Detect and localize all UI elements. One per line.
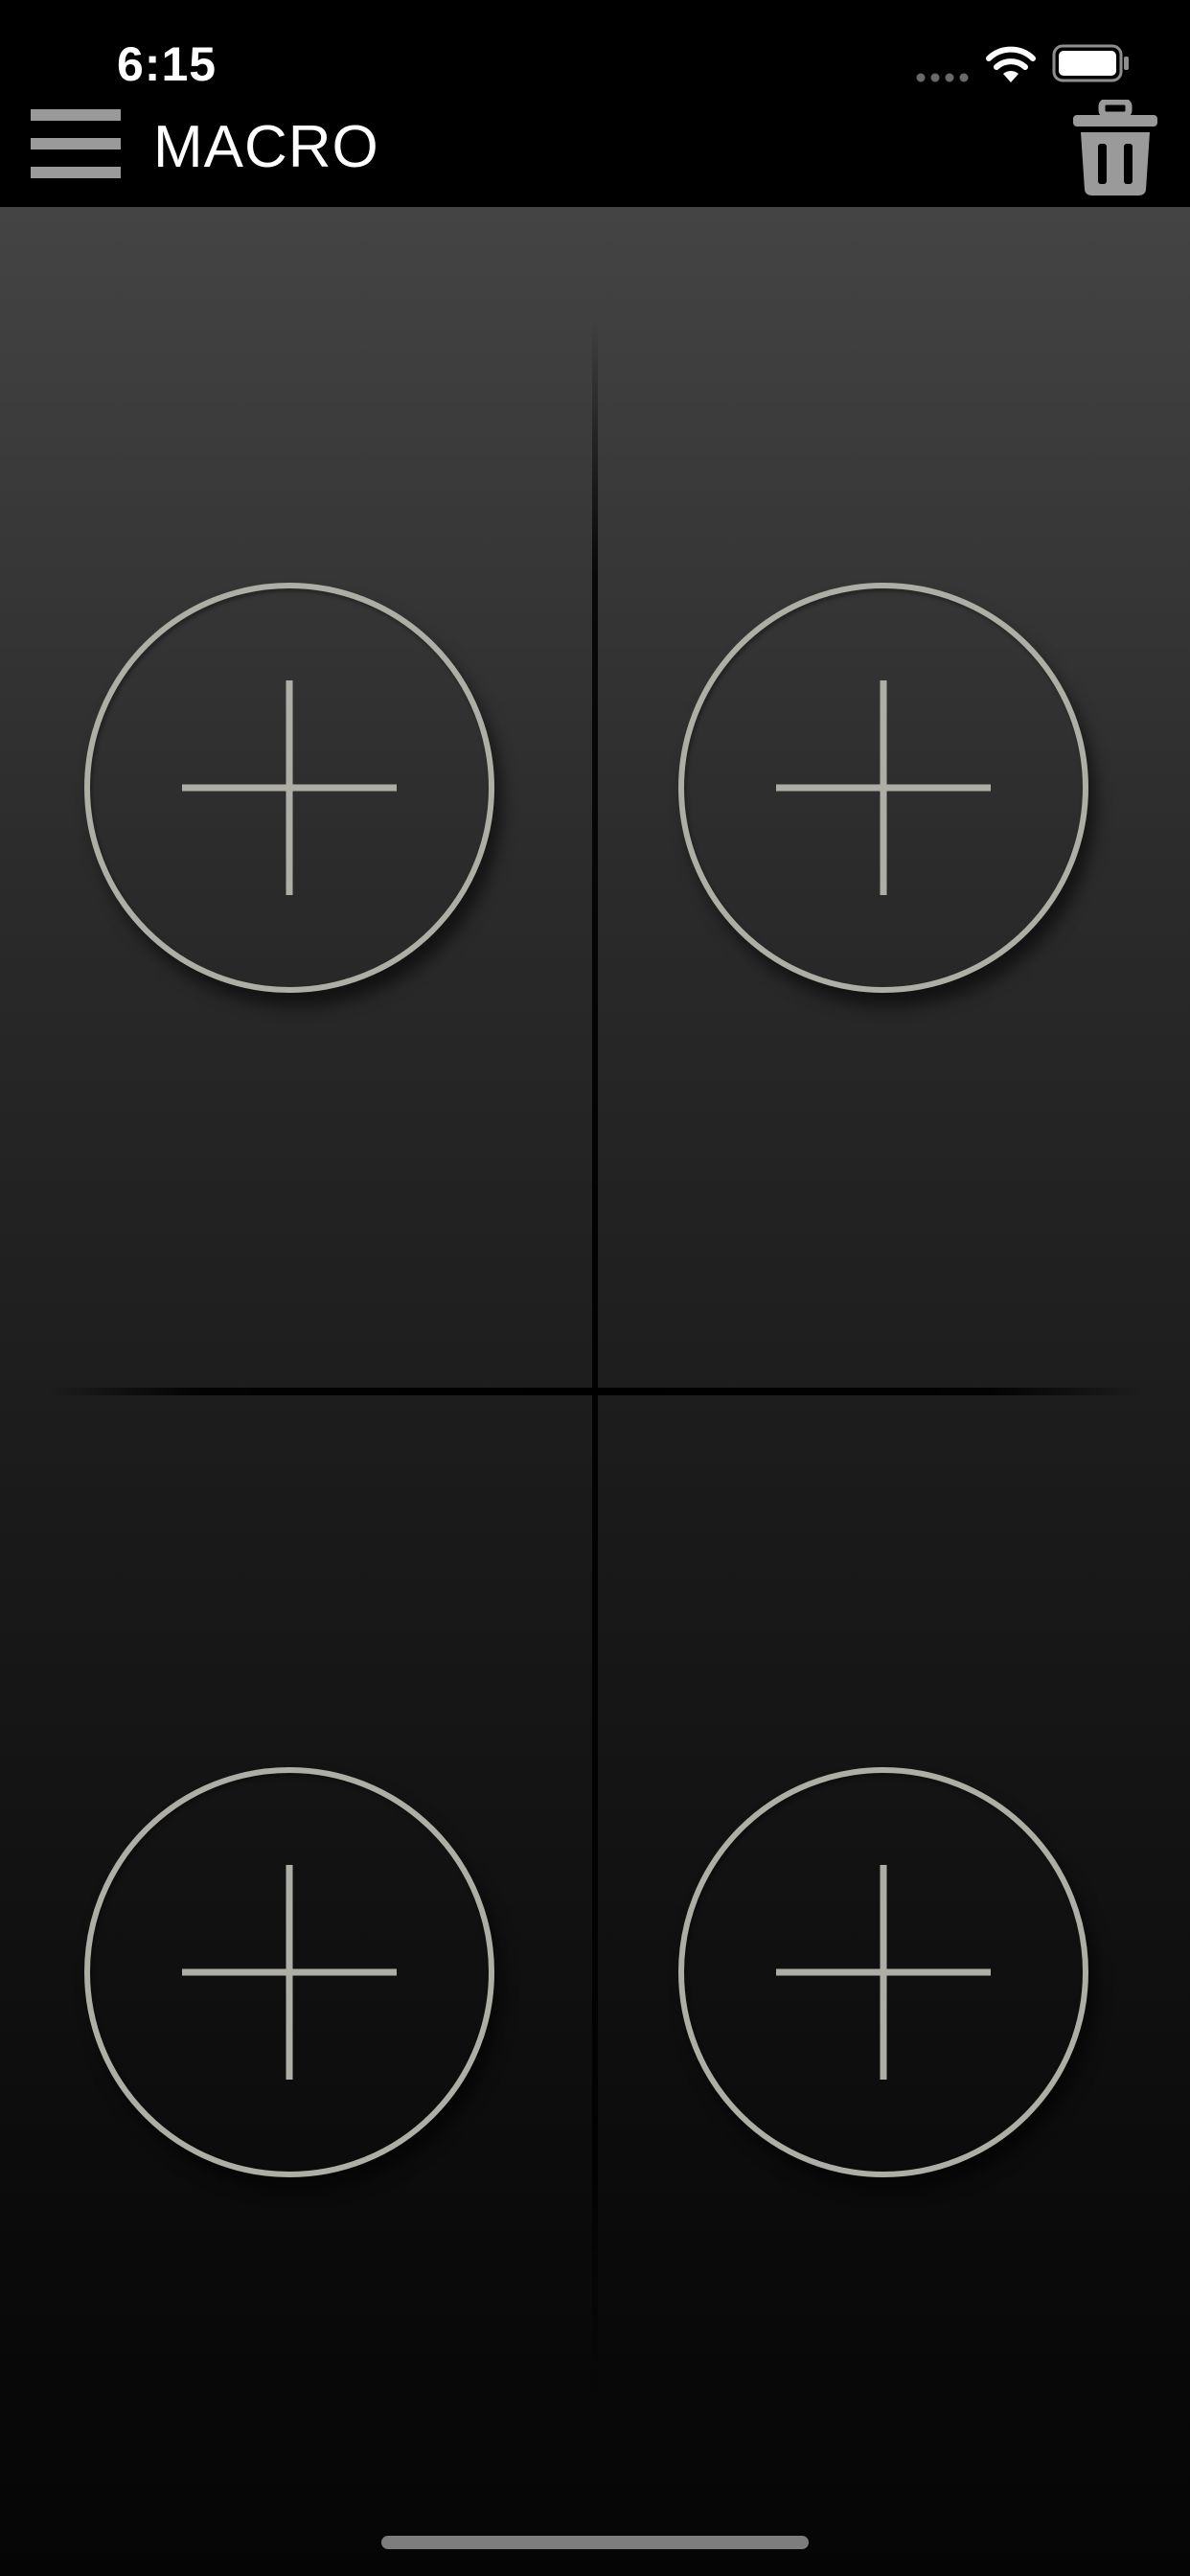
grid-divider-horizontal	[48, 1388, 1142, 1395]
home-indicator[interactable]	[381, 2536, 809, 2549]
add-macro-button-1[interactable]	[84, 583, 494, 993]
plus-icon	[182, 680, 397, 895]
hamburger-menu-icon[interactable]	[29, 102, 123, 186]
grid-divider-vertical	[592, 322, 598, 2411]
menu-bar-middle	[31, 138, 121, 150]
app-screen: 6:15 MACRO	[0, 0, 1190, 2576]
plus-icon	[776, 680, 991, 895]
menu-bar-bottom	[31, 167, 121, 178]
battery-icon	[1052, 44, 1129, 82]
add-macro-button-4[interactable]	[678, 1767, 1088, 2177]
wifi-icon	[986, 46, 1036, 82]
add-macro-button-3[interactable]	[84, 1767, 494, 2177]
plus-icon	[182, 1865, 397, 2080]
trash-icon[interactable]	[1069, 100, 1161, 199]
status-time: 6:15	[117, 37, 217, 91]
macro-grid	[0, 207, 1190, 2576]
app-header: MACRO	[0, 96, 1190, 207]
status-bar: 6:15	[0, 0, 1190, 96]
page-title: MACRO	[153, 114, 379, 180]
add-macro-button-2[interactable]	[678, 583, 1088, 993]
menu-bar-top	[31, 109, 121, 121]
plus-icon	[776, 1865, 991, 2080]
signal-icon	[916, 73, 969, 82]
